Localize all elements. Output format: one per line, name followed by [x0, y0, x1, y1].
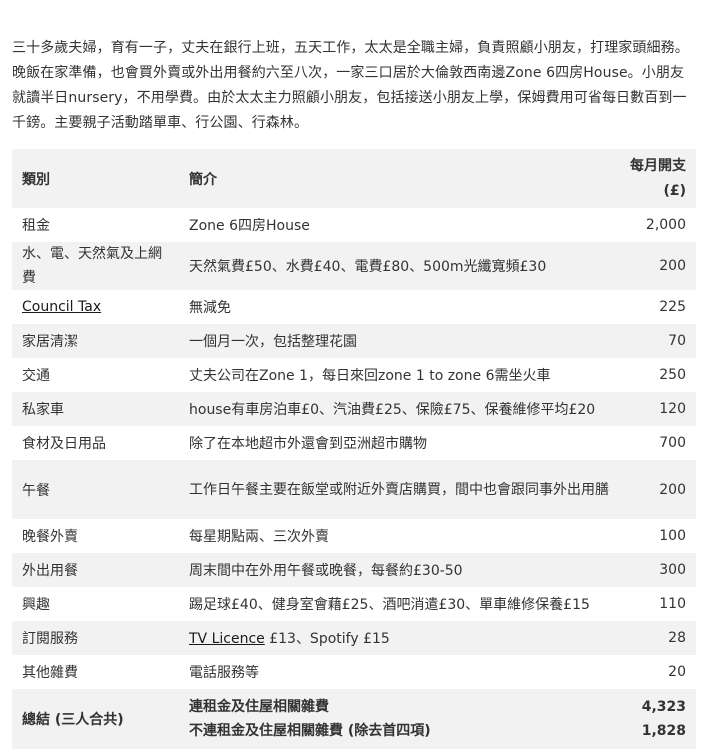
row-amount: 20: [668, 664, 686, 680]
row-amount: 2,000: [645, 217, 686, 233]
row-amount: 200: [659, 258, 686, 274]
row-category: 租金: [22, 218, 50, 234]
row-amount: 100: [659, 528, 686, 544]
total-line1-amount: 4,323: [641, 699, 686, 715]
row-description: 電話服務等: [189, 665, 259, 681]
row-category: 晚餐外賣: [22, 529, 78, 545]
header-description: 簡介: [189, 171, 217, 188]
table-row: 晚餐外賣 每星期點兩、三次外賣 100: [12, 519, 696, 553]
row-category: 訂閱服務: [22, 631, 78, 647]
row-amount: 200: [659, 481, 686, 498]
row-description: 天然氣費£50、水費£40、電費£80、500m光纖寬頻£30: [189, 259, 547, 275]
row-amount: 225: [659, 299, 686, 315]
row-amount: 250: [659, 367, 686, 383]
table-row: 食材及日用品 除了在本地超市外還會到亞洲超市購物 700: [12, 426, 696, 460]
row-category: 交通: [22, 368, 50, 384]
row-category: 其他雜費: [22, 665, 78, 681]
total-line2-amount: 1,828: [641, 723, 686, 739]
header-category: 類別: [22, 171, 50, 188]
table-row: 訂閱服務 TV Licence £13、Spotify £15 28: [12, 621, 696, 655]
header-monthly-amount: 每月開支 (£): [619, 149, 696, 208]
row-description: 一個月一次，包括整理花園: [189, 334, 357, 350]
row-amount: 700: [659, 435, 686, 451]
table-row: 交通 丈夫公司在Zone 1，每日來回zone 1 to zone 6需坐火車 …: [12, 358, 696, 392]
row-amount: 120: [659, 401, 686, 417]
table-row: 其他雜費 電話服務等 20: [12, 655, 696, 689]
table-row: 午餐 工作日午餐主要在飯堂或附近外賣店購買，間中也會跟同事外出用膳 200: [12, 460, 696, 519]
total-row: 總結 (三人合共) 連租金及住屋相關雜費 不連租金及住屋相關雜費 (除去首四項)…: [12, 689, 696, 749]
council-tax-link[interactable]: Council Tax: [22, 299, 101, 315]
row-category: Council Tax: [12, 290, 179, 324]
row-category: 私家車: [22, 402, 64, 418]
row-category: 水、電、天然氣及上網費: [22, 246, 162, 286]
row-description: 無減免: [189, 300, 231, 316]
row-description: 工作日午餐主要在飯堂或附近外賣店購買，間中也會跟同事外出用膳: [189, 481, 609, 498]
table-header-row: 類別 簡介 每月開支 (£): [12, 149, 696, 208]
total-amounts: 4,323 1,828: [619, 689, 696, 749]
total-labels: 連租金及住屋相關雜費 不連租金及住屋相關雜費 (除去首四項): [179, 689, 619, 749]
row-amount: 110: [659, 596, 686, 612]
row-amount: 70: [668, 333, 686, 349]
row-category: 家居清潔: [22, 334, 78, 350]
row-category: 興趣: [22, 597, 50, 613]
row-amount: 300: [659, 562, 686, 578]
header-amount-line2: (£): [663, 182, 686, 199]
table-row: 租金 Zone 6四房House 2,000: [12, 208, 696, 242]
row-description: 踢足球£40、健身室會藉£25、酒吧消遣£30、單車維修保養£15: [189, 597, 590, 613]
row-category: 外出用餐: [22, 563, 78, 579]
table-row: 私家車 house有車房泊車£0、汽油費£25、保險£75、保養維修平均£20 …: [12, 392, 696, 426]
row-description: Zone 6四房House: [189, 218, 310, 234]
table-row: 家居清潔 一個月一次，包括整理花園 70: [12, 324, 696, 358]
row-description: house有車房泊車£0、汽油費£25、保險£75、保養維修平均£20: [189, 402, 596, 418]
article-body: 三十多歲夫婦，育有一子，丈夫在銀行上班，五天工作，太太是全職主婦，負責照顧小朋友…: [0, 0, 706, 749]
table-row: 水、電、天然氣及上網費 天然氣費£50、水費£40、電費£80、500m光纖寬頻…: [12, 242, 696, 290]
subscription-detail: £13、Spotify £15: [264, 631, 390, 647]
tv-licence-link[interactable]: TV Licence: [189, 631, 265, 647]
row-description: TV Licence £13、Spotify £15: [179, 621, 619, 655]
row-category: 食材及日用品: [22, 436, 106, 452]
table-row: 外出用餐 周末間中在外用午餐或晚餐，每餐約£30-50 300: [12, 553, 696, 587]
intro-paragraph: 三十多歲夫婦，育有一子，丈夫在銀行上班，五天工作，太太是全職主婦，負責照顧小朋友…: [12, 40, 689, 131]
row-amount: 28: [668, 630, 686, 646]
total-category: 總結 (三人合共): [22, 712, 124, 728]
header-amount-line1: 每月開支: [630, 157, 686, 174]
row-description: 丈夫公司在Zone 1，每日來回zone 1 to zone 6需坐火車: [189, 368, 551, 384]
row-description: 每星期點兩、三次外賣: [189, 529, 329, 545]
row-description: 除了在本地超市外還會到亞洲超市購物: [189, 436, 427, 452]
total-line2-label: 不連租金及住屋相關雜費 (除去首四項): [189, 723, 431, 739]
table-row: 興趣 踢足球£40、健身室會藉£25、酒吧消遣£30、單車維修保養£15 110: [12, 587, 696, 621]
table-row: Council Tax 無減免 225: [12, 290, 696, 324]
row-category: 午餐: [22, 482, 50, 499]
row-description: 周末間中在外用午餐或晚餐，每餐約£30-50: [189, 563, 463, 579]
total-line1-label: 連租金及住屋相關雜費: [189, 699, 329, 715]
expense-table: 類別 簡介 每月開支 (£) 租金 Zone 6四房House 2,000 水、…: [12, 149, 696, 749]
